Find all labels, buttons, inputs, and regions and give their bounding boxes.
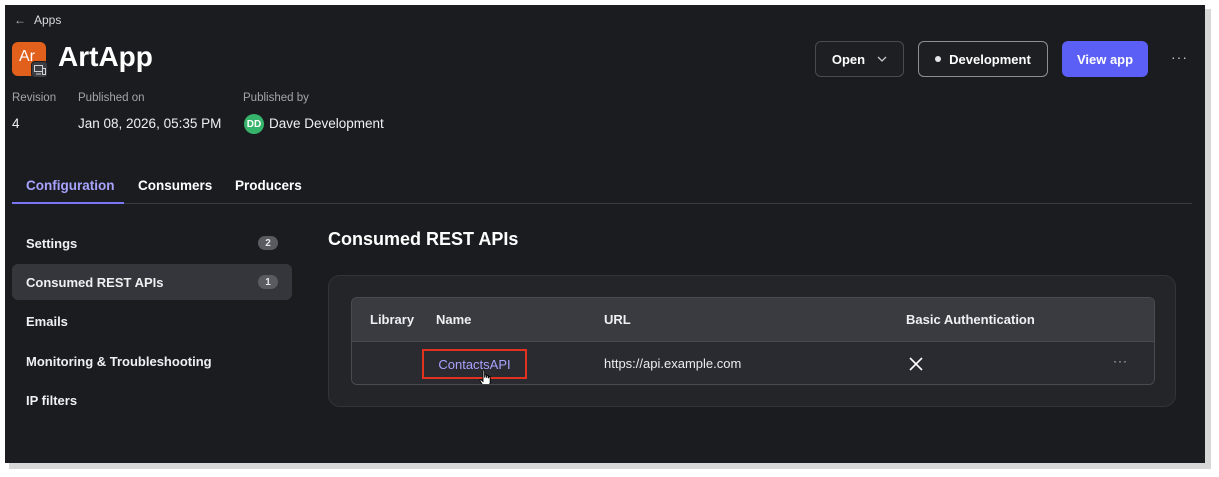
tab-consumers[interactable]: Consumers	[138, 178, 212, 193]
rest-apis-card: Library Name URL Basic Authentication Co…	[328, 275, 1176, 407]
column-header-library: Library	[370, 312, 415, 327]
section-title: Consumed REST APIs	[328, 229, 519, 249]
open-label: Open	[831, 51, 866, 67]
sidebar-item-label: IP filters	[26, 392, 78, 408]
avatar: DD	[244, 114, 264, 134]
row-more-button[interactable]: ···	[1113, 354, 1128, 368]
published-by-label: Published by	[243, 92, 309, 104]
open-dropdown-button[interactable]: Open	[815, 41, 904, 77]
rest-apis-table: Library Name URL Basic Authentication Co…	[351, 297, 1155, 385]
revision-label: Revision	[12, 92, 57, 104]
sidebar-item-label: Settings	[26, 235, 78, 251]
sidebar-item-label: Monitoring & Troubleshooting	[26, 353, 212, 369]
status-dot-icon	[935, 56, 942, 62]
more-actions-button[interactable]: ···	[1171, 49, 1188, 65]
back-to-apps-link[interactable]: ← Apps	[14, 13, 61, 27]
sidebar-item-label: Consumed REST APIs	[26, 274, 164, 290]
published-on-value: Jan 08, 2026, 05:35 PM	[78, 116, 222, 131]
sidebar-item-monitoring[interactable]: Monitoring & Troubleshooting	[12, 343, 292, 379]
environment-label: Development	[949, 51, 1031, 67]
published-by-value: Dave Development	[269, 116, 384, 131]
column-header-name: Name	[436, 312, 472, 327]
arrow-left-icon: ←	[14, 13, 26, 27]
count-badge: 1	[258, 275, 278, 289]
published-on-label: Published on	[78, 92, 145, 104]
table-row: ContactsAPI https://api.example.com ···	[352, 342, 1154, 384]
revision-value: 4	[12, 116, 20, 131]
active-tab-indicator	[12, 202, 124, 204]
sidebar-item-ip-filters[interactable]: IP filters	[12, 382, 292, 418]
sidebar-item-consumed-rest-apis[interactable]: Consumed REST APIs 1	[12, 264, 292, 300]
device-icon	[31, 61, 48, 78]
count-badge: 2	[258, 236, 278, 250]
app-title: ArtApp	[58, 41, 153, 72]
x-icon	[909, 357, 923, 371]
view-app-label: View app	[1076, 51, 1134, 67]
column-header-url: URL	[604, 312, 631, 327]
hand-pointer-icon	[479, 369, 491, 384]
chevron-down-icon	[877, 56, 887, 62]
api-url: https://api.example.com	[604, 356, 742, 371]
view-app-button[interactable]: View app	[1062, 41, 1148, 77]
app-window: ← Apps Ar ArtApp Open Development View a…	[5, 5, 1205, 463]
sidebar-item-settings[interactable]: Settings 2	[12, 225, 292, 261]
sidebar-item-emails[interactable]: Emails	[12, 303, 292, 339]
tab-bar: Configuration Consumers Producers	[12, 168, 1192, 204]
tab-configuration[interactable]: Configuration	[26, 178, 114, 193]
table-header: Library Name URL Basic Authentication	[352, 298, 1154, 342]
back-label: Apps	[34, 13, 62, 27]
sidebar-item-label: Emails	[26, 313, 68, 329]
app-icon: Ar	[12, 42, 48, 78]
tab-producers[interactable]: Producers	[235, 178, 302, 193]
column-header-basic-authentication: Basic Authentication	[906, 312, 1035, 327]
environment-button[interactable]: Development	[918, 41, 1048, 77]
api-name-link[interactable]: ContactsAPI	[422, 349, 527, 379]
